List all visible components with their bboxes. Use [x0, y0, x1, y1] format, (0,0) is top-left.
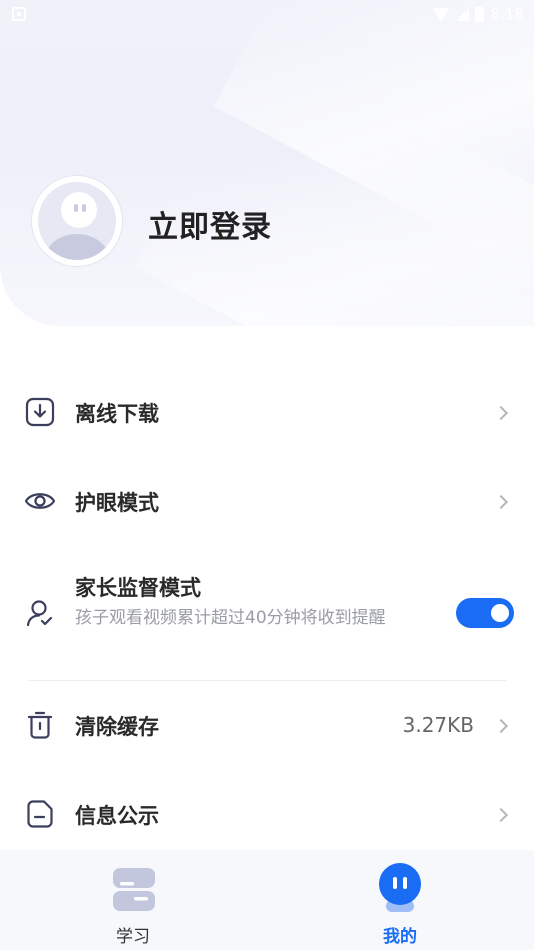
profile-header-background [0, 0, 534, 326]
chevron-right-icon [493, 807, 509, 823]
tab-study[interactable]: 学习 [73, 850, 193, 950]
notification-icon [12, 7, 26, 21]
chevron-right-icon [493, 718, 509, 734]
download-icon [25, 397, 55, 427]
menu-label: 护眼模式 [75, 491, 159, 515]
chevron-right-icon [493, 494, 509, 510]
signal-icon [456, 7, 470, 21]
eye-icon [24, 493, 56, 509]
chevron-right-icon [493, 405, 509, 421]
mine-robot-icon [379, 863, 421, 912]
tab-label: 学习 [116, 927, 150, 947]
status-time: 8:18 [490, 5, 524, 23]
menu-label: 信息公示 [75, 804, 159, 828]
status-bar: 8:18 [0, 0, 534, 28]
menu-label: 清除缓存 [75, 715, 159, 739]
menu-label: 离线下载 [75, 402, 159, 426]
divider [28, 680, 506, 681]
tab-label: 我的 [383, 927, 417, 947]
menu-item-clear-cache[interactable]: 清除缓存 3.27KB [0, 709, 534, 743]
menu-item-offline-download[interactable]: 离线下载 [0, 396, 534, 430]
wifi-icon [432, 7, 451, 21]
cache-size: 3.27KB [402, 713, 474, 737]
study-icon [113, 868, 155, 911]
document-icon [27, 800, 53, 828]
parental-supervision-toggle[interactable] [456, 598, 514, 628]
battery-icon [475, 6, 485, 22]
toggle-knob [491, 604, 509, 622]
menu-item-info-disclosure[interactable]: 信息公示 [0, 798, 534, 832]
trash-icon [27, 711, 53, 739]
status-indicators: 8:18 [432, 5, 524, 23]
parent-check-icon [26, 600, 53, 627]
avatar[interactable] [32, 176, 122, 266]
menu-label: 家长监督模式 [75, 576, 201, 600]
login-button[interactable]: 立即登录 [148, 202, 272, 246]
avatar-placeholder-icon [38, 182, 116, 260]
bottom-tab-bar: 学习 我的 [0, 850, 534, 950]
tab-mine[interactable]: 我的 [340, 850, 460, 950]
parental-description: 孩子观看视频累计超过40分钟将收到提醒 [75, 608, 386, 628]
menu-item-eye-care[interactable]: 护眼模式 [0, 485, 534, 519]
